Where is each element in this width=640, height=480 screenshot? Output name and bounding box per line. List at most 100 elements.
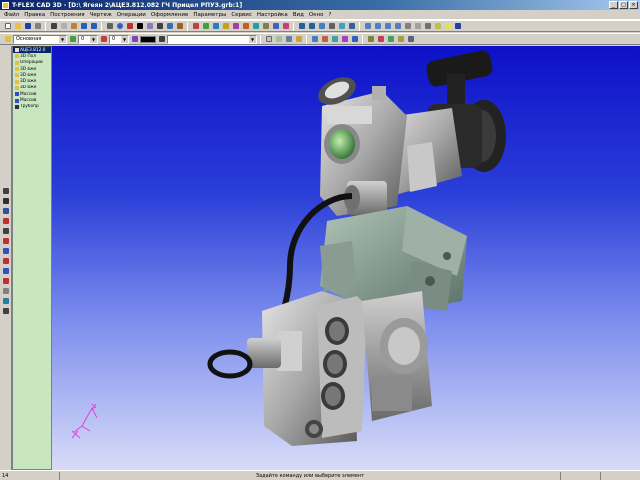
priority-icon[interactable] — [99, 35, 108, 44]
hatch-icon[interactable] — [145, 22, 154, 31]
text-icon[interactable] — [155, 22, 164, 31]
line-type-icon[interactable] — [157, 35, 166, 44]
light-icon[interactable] — [443, 22, 452, 31]
view-left-icon[interactable] — [383, 22, 392, 31]
pan-icon[interactable] — [327, 22, 336, 31]
menu-file[interactable]: Файл — [4, 12, 19, 18]
3d-node-icon[interactable] — [330, 35, 339, 44]
color-swatch[interactable] — [140, 35, 156, 43]
workplane-icon[interactable] — [310, 35, 319, 44]
extrude-icon[interactable] — [201, 22, 210, 31]
wireframe-icon[interactable] — [413, 22, 422, 31]
copy-tool-icon[interactable] — [1, 236, 10, 245]
3d-viewport[interactable] — [52, 46, 640, 470]
tree-item[interactable]: Трубопр — [13, 104, 51, 110]
shell-icon[interactable] — [261, 22, 270, 31]
material-icon[interactable] — [396, 35, 405, 44]
3d-profile-icon[interactable] — [350, 35, 359, 44]
new-file-icon[interactable] — [3, 22, 12, 31]
menu-annotation[interactable]: Оформление — [151, 12, 189, 18]
dimension-icon[interactable] — [165, 22, 174, 31]
cut-icon[interactable] — [49, 22, 58, 31]
menu-view[interactable]: Вид — [293, 12, 304, 18]
line-icon[interactable] — [105, 22, 114, 31]
shaded-icon[interactable] — [403, 22, 412, 31]
level-icon[interactable] — [68, 35, 77, 44]
view-front-icon[interactable] — [363, 22, 372, 31]
menu-construct[interactable]: Построения — [50, 12, 84, 18]
construct-tool-icon[interactable] — [1, 206, 10, 215]
help-icon[interactable] — [453, 22, 462, 31]
maximize-button[interactable]: □ — [619, 1, 628, 9]
render-icon[interactable] — [433, 22, 442, 31]
hidden-lines-icon[interactable] — [423, 22, 432, 31]
array-icon[interactable] — [271, 22, 280, 31]
array-icon — [15, 92, 19, 97]
menu-operations[interactable]: Операции — [117, 12, 146, 18]
app-icon[interactable] — [2, 1, 9, 9]
chamfer-icon[interactable] — [241, 22, 250, 31]
undo-icon[interactable] — [79, 22, 88, 31]
section-icon[interactable] — [376, 35, 385, 44]
rotate-tool-icon[interactable] — [1, 256, 10, 265]
fillet-icon[interactable] — [251, 22, 260, 31]
menu-drawing[interactable]: Чертеж — [90, 12, 112, 18]
boolean-icon[interactable] — [231, 22, 240, 31]
select-tool-icon[interactable] — [1, 186, 10, 195]
zoom-in-icon[interactable] — [297, 22, 306, 31]
move-tool-icon[interactable] — [1, 246, 10, 255]
fit-all-icon[interactable] — [347, 22, 356, 31]
layer-select[interactable]: Основная — [13, 34, 67, 44]
minimize-button[interactable]: _ — [609, 1, 618, 9]
3d-path-icon[interactable] — [340, 35, 349, 44]
mirror-tool-icon[interactable] — [1, 276, 10, 285]
edit-tool-icon[interactable] — [1, 216, 10, 225]
fragment-icon[interactable] — [191, 22, 200, 31]
open-file-icon[interactable] — [13, 22, 22, 31]
menu-service[interactable]: Сервис — [231, 12, 252, 18]
view-top-icon[interactable] — [373, 22, 382, 31]
roughness-icon[interactable] — [175, 22, 184, 31]
delete-tool-icon[interactable] — [1, 226, 10, 235]
priority-select[interactable]: 0 — [109, 34, 129, 44]
paste-icon[interactable] — [69, 22, 78, 31]
rotate-view-icon[interactable] — [337, 22, 346, 31]
node-icon[interactable] — [125, 22, 134, 31]
close-button[interactable]: × — [629, 1, 638, 9]
level-select[interactable]: 0 — [78, 34, 98, 44]
menu-edit[interactable]: Правка — [24, 12, 45, 18]
view-iso-icon[interactable] — [393, 22, 402, 31]
rotate-icon[interactable] — [211, 22, 220, 31]
graphic-line-icon[interactable] — [135, 22, 144, 31]
filter-icon[interactable] — [406, 35, 415, 44]
symmetry-icon[interactable] — [281, 22, 290, 31]
color-icon[interactable] — [130, 35, 139, 44]
zoom-window-icon[interactable] — [317, 22, 326, 31]
menu-settings[interactable]: Настройка — [257, 12, 288, 18]
explode-icon[interactable] — [386, 35, 395, 44]
ortho-icon[interactable] — [284, 35, 293, 44]
circle-icon[interactable] — [115, 22, 124, 31]
variables-tool-icon[interactable] — [1, 296, 10, 305]
menu-window[interactable]: Окно — [309, 12, 324, 18]
menu-parameters[interactable]: Параметры — [193, 12, 226, 18]
save-icon[interactable] — [23, 22, 32, 31]
copy-icon[interactable] — [59, 22, 68, 31]
loft-icon[interactable] — [221, 22, 230, 31]
zoom-out-icon[interactable] — [307, 22, 316, 31]
grid-icon[interactable] — [274, 35, 283, 44]
scale-tool-icon[interactable] — [1, 266, 10, 275]
properties-tool-icon[interactable] — [1, 286, 10, 295]
print-icon[interactable] — [33, 22, 42, 31]
snap-icon[interactable] — [264, 35, 273, 44]
sketch-tool-icon[interactable] — [1, 196, 10, 205]
lcs-icon[interactable] — [320, 35, 329, 44]
left-tool-strip — [0, 46, 12, 470]
measure-icon[interactable] — [366, 35, 375, 44]
info-tool-icon[interactable] — [1, 306, 10, 315]
menu-help[interactable]: ? — [329, 12, 332, 18]
line-type-select[interactable] — [167, 34, 257, 44]
redo-icon[interactable] — [89, 22, 98, 31]
layer-icon[interactable] — [3, 35, 12, 44]
selector-icon[interactable] — [294, 35, 303, 44]
